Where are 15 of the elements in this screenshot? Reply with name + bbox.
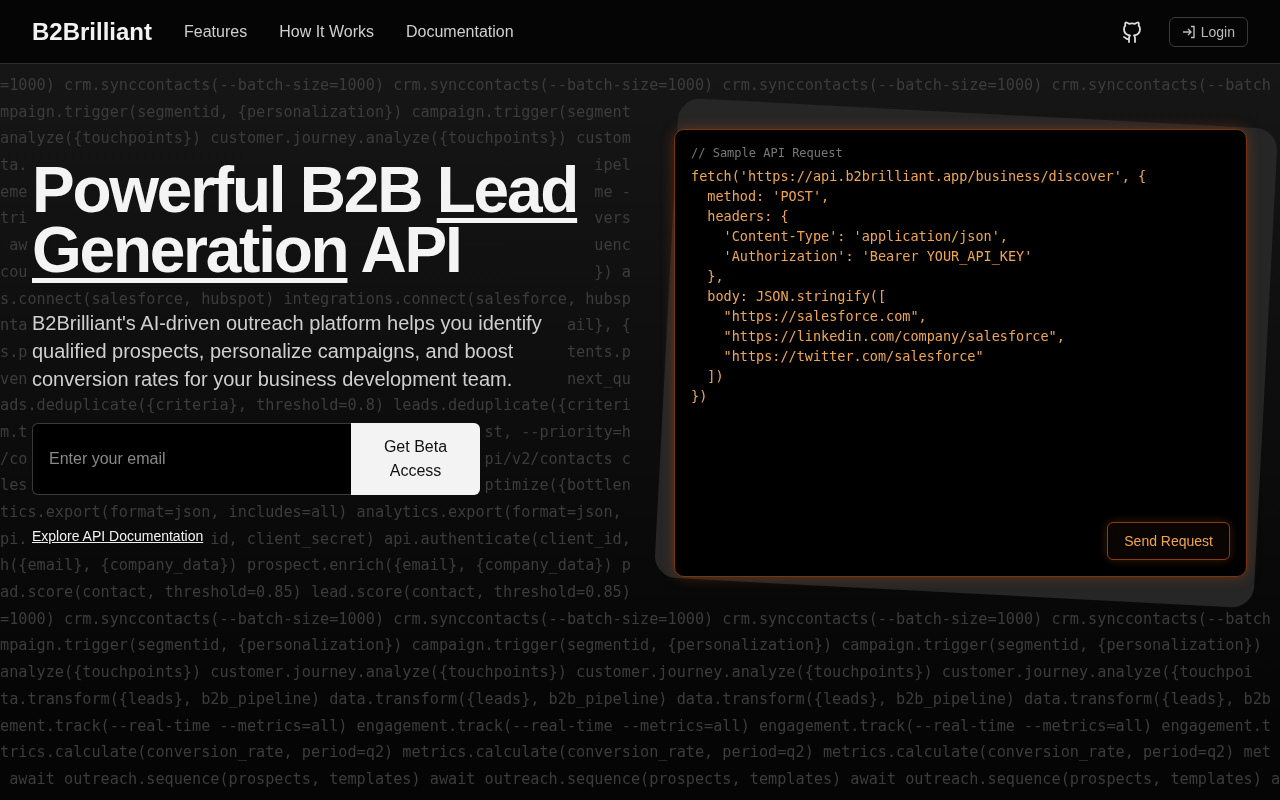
headline: Powerful B2B Lead Generation API bbox=[32, 160, 579, 280]
code-text: fetch('https://api.b2brilliant.app/business/discover', { method: 'POST', headers: { 'Content-Type': 'application/json', 'Authorization': 'Bearer YOUR_API_KEY' }, body: JSON.stringify([ "https://salesforce.com", "https://linkedin.com/company/salesforce", "https://twitter.com/salesforce" ]) }) bbox=[691, 167, 1148, 406]
login-button[interactable]: Login bbox=[1168, 16, 1248, 47]
email-field[interactable]: Enter your email bbox=[32, 423, 351, 495]
hero-description: B2Brilliant's AI-driven outreach platform helps you identify qualified prospects, personalize campaigns, and boost conversion rates for your business development team. bbox=[32, 311, 543, 392]
cat-icon[interactable] bbox=[1120, 19, 1143, 44]
logo[interactable]: B2Brilliant bbox=[32, 17, 153, 46]
code-comment: // Sample API Request bbox=[691, 146, 844, 160]
nav-link[interactable]: Documentation bbox=[406, 22, 514, 41]
beta-access-button[interactable]: Get Beta Access bbox=[351, 423, 480, 495]
nav-link[interactable]: Features bbox=[184, 22, 248, 41]
send-request-button[interactable]: Send Request bbox=[1107, 522, 1230, 560]
login-icon bbox=[1181, 24, 1196, 39]
documentation-link[interactable]: Explore API Documentation bbox=[32, 528, 204, 544]
nav-link[interactable]: How It Works bbox=[279, 22, 374, 41]
